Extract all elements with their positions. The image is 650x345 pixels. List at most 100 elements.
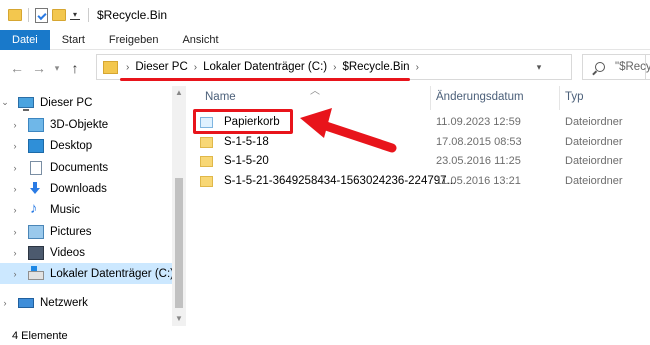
chevron-right-icon[interactable]: ›: [10, 184, 20, 194]
nav-item-downloads[interactable]: › Downloads: [0, 178, 172, 199]
nav-item-music[interactable]: › Music: [0, 199, 172, 220]
chevron-down-icon[interactable]: ⌄: [0, 97, 10, 108]
nav-item-label: Desktop: [50, 139, 93, 152]
chevron-right-icon[interactable]: ›: [10, 269, 20, 279]
chevron-right-icon[interactable]: ›: [333, 62, 336, 73]
nav-item-label: Netzwerk: [40, 296, 88, 309]
scroll-up-icon[interactable]: ▲: [175, 88, 183, 97]
customize-toolbar-icon[interactable]: ▾: [70, 10, 80, 20]
nav-item-label: 3D-Objekte: [50, 118, 109, 131]
properties-icon[interactable]: [35, 7, 48, 23]
ribbon-tabs: Datei Start Freigeben Ansicht: [0, 29, 650, 50]
file-type: Dateiordner: [565, 175, 623, 187]
file-list: ︿ Name Änderungsdatum Typ Papierkorb 11.…: [186, 86, 650, 326]
new-folder-icon[interactable]: [52, 9, 66, 21]
nav-item-label: Videos: [50, 246, 85, 259]
nav-scrollbar[interactable]: ▲ ▼: [172, 86, 186, 326]
annotation-underline: [120, 78, 410, 81]
pictures-icon: [28, 224, 44, 239]
search-icon: [595, 62, 605, 72]
recent-locations-chevron-icon[interactable]: ▾: [50, 57, 64, 79]
column-divider[interactable]: [430, 86, 431, 110]
desktop-icon: [28, 138, 44, 153]
quick-access-toolbar: ▾: [0, 7, 80, 23]
tab-start[interactable]: Start: [50, 30, 97, 50]
scrollbar-thumb[interactable]: [175, 178, 183, 308]
folder-icon: [200, 136, 213, 148]
breadcrumb-this-pc[interactable]: Dieser PC: [135, 61, 187, 73]
file-type: Dateiordner: [565, 155, 623, 167]
nav-item-videos[interactable]: › Videos: [0, 242, 172, 263]
chevron-right-icon[interactable]: ›: [0, 298, 10, 308]
annotation-highlight-box: [193, 109, 293, 134]
breadcrumb-recycle-bin[interactable]: $Recycle.Bin: [342, 61, 409, 73]
search-placeholder: "$Recycle.Bin" durchsuchen: [615, 61, 650, 73]
chevron-right-icon[interactable]: ›: [10, 248, 20, 258]
annotation-arrow-icon: [300, 108, 397, 153]
music-icon: [28, 200, 44, 217]
address-history-chevron-icon[interactable]: ▾: [529, 55, 549, 79]
chevron-right-icon[interactable]: ›: [10, 205, 20, 215]
videos-icon: [28, 245, 44, 260]
nav-item-label: Lokaler Datenträger (C:): [50, 267, 174, 280]
table-row[interactable]: S-1-5-18 17.08.2015 08:53 Dateiordner: [196, 132, 650, 152]
nav-item-label: Downloads: [50, 182, 107, 195]
column-header: ︿ Name Änderungsdatum Typ: [186, 86, 650, 110]
chevron-right-icon[interactable]: ›: [10, 141, 20, 151]
downloads-icon: [28, 181, 44, 196]
file-date: 23.05.2016 11:25: [436, 155, 521, 167]
tab-view[interactable]: Ansicht: [170, 30, 230, 50]
tab-share[interactable]: Freigeben: [97, 30, 171, 50]
breadcrumb-drive-c[interactable]: Lokaler Datenträger (C:): [203, 61, 327, 73]
column-divider[interactable]: [559, 86, 560, 110]
folder-icon: [200, 155, 213, 167]
back-arrow-icon[interactable]: ←: [6, 57, 28, 79]
separator: [28, 8, 29, 22]
sort-ascending-icon: ︿: [310, 86, 320, 97]
item-count: 4 Elemente: [12, 329, 68, 342]
chevron-right-icon[interactable]: ›: [416, 62, 419, 73]
file-date: 11.05.2016 13:21: [436, 175, 521, 187]
nav-item-desktop[interactable]: › Desktop: [0, 135, 172, 156]
nav-item-label: Documents: [50, 161, 109, 174]
drive-icon: [28, 266, 44, 280]
chevron-right-icon[interactable]: ›: [10, 120, 20, 130]
address-bar[interactable]: › Dieser PC › Lokaler Datenträger (C:) ›…: [96, 54, 646, 80]
separator: [88, 8, 89, 22]
nav-item-this-pc[interactable]: ⌄ Dieser PC: [0, 92, 172, 113]
nav-item-documents[interactable]: › Documents: [0, 157, 172, 178]
search-input[interactable]: "$Recycle.Bin" durchsuchen: [582, 54, 650, 80]
documents-icon: [30, 160, 42, 175]
column-name[interactable]: Name: [205, 91, 236, 103]
chevron-right-icon[interactable]: ›: [10, 227, 20, 237]
status-bar: 4 Elemente: [0, 326, 650, 345]
file-date: 17.08.2015 08:53: [436, 136, 522, 148]
title-bar: ▾ $Recycle.Bin: [0, 0, 650, 30]
folder-icon: [200, 175, 213, 187]
scroll-down-icon[interactable]: ▼: [175, 314, 183, 323]
network-icon: [18, 297, 34, 308]
chevron-right-icon[interactable]: ›: [126, 62, 129, 73]
pc-icon: [18, 97, 34, 111]
column-date[interactable]: Änderungsdatum: [436, 91, 524, 103]
column-type[interactable]: Typ: [565, 91, 584, 103]
file-name: S-1-5-18: [224, 136, 269, 148]
nav-item-label: Music: [50, 203, 81, 216]
chevron-right-icon[interactable]: ›: [194, 62, 197, 73]
table-row[interactable]: S-1-5-21-3649258434-1563024236-224797...…: [196, 171, 650, 191]
table-row[interactable]: S-1-5-20 23.05.2016 11:25 Dateiordner: [196, 151, 650, 171]
nav-item-3d-objects[interactable]: › 3D-Objekte: [0, 114, 172, 135]
folder-icon: [8, 9, 22, 21]
forward-arrow-icon[interactable]: →: [28, 57, 50, 79]
folder-icon: [103, 60, 118, 74]
navigation-pane: ⌄ Dieser PC › 3D-Objekte › Desktop › Doc…: [0, 86, 186, 326]
nav-item-drive-c[interactable]: › Lokaler Datenträger (C:): [0, 263, 174, 284]
nav-item-pictures[interactable]: › Pictures: [0, 221, 172, 242]
file-name: S-1-5-21-3649258434-1563024236-224797...: [224, 175, 457, 187]
up-arrow-icon[interactable]: ↑: [64, 57, 86, 79]
tab-file[interactable]: Datei: [0, 29, 50, 50]
chevron-right-icon[interactable]: ›: [10, 163, 20, 173]
nav-item-network[interactable]: › Netzwerk: [0, 292, 172, 313]
nav-item-label: Dieser PC: [40, 96, 93, 109]
nav-item-label: Pictures: [50, 225, 92, 238]
